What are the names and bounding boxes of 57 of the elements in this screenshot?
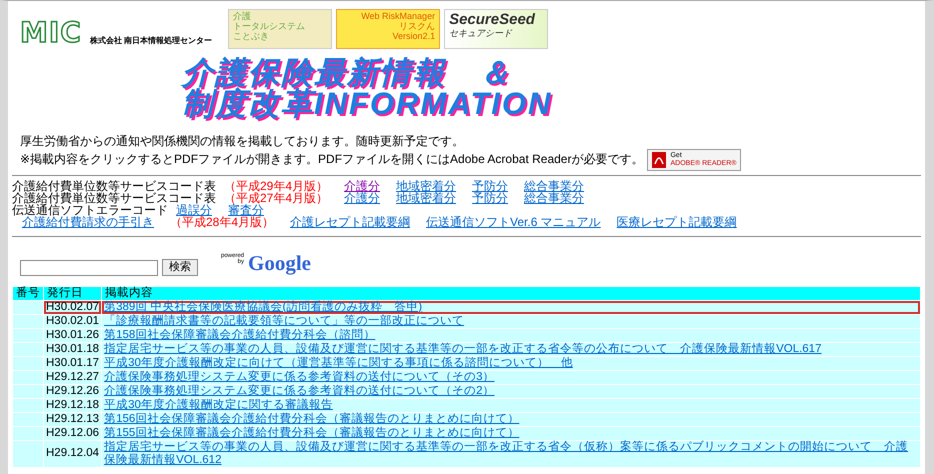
date-cell: H29.12.18: [44, 398, 102, 412]
date-cell: H29.12.26: [44, 384, 102, 398]
document-link[interactable]: 平成30年度介護報酬改定に向けて（運営基準等に関する事項に係る諮問について） 他: [104, 356, 918, 370]
edition-label: （平成27年4月版）: [224, 192, 328, 204]
document-link[interactable]: 介護給付費請求の手引き: [22, 216, 154, 228]
date-cell: H30.02.07: [44, 300, 102, 314]
document-link[interactable]: 平成30年度介護報酬改定に関する審議報告: [104, 398, 918, 412]
company-logo: MIC: [20, 16, 82, 49]
search-field[interactable]: [20, 260, 158, 276]
document-link[interactable]: 介護保険事務処理システム変更に係る参考資料の送付について（その2）: [104, 384, 918, 398]
document-link[interactable]: 第158回社会保障審議会介護給付費分科会（諮問）: [104, 328, 918, 342]
document-link[interactable]: 総合事業分: [524, 180, 584, 192]
date-cell: H29.12.13: [44, 412, 102, 426]
document-link[interactable]: 第389回 中央社会保険医療協議会(訪問看護のみ抜粋 答申): [104, 300, 918, 314]
document-link[interactable]: 第156回社会保障審議会介護給付費分科会（審議報告のとりまとめに向けて）: [104, 412, 918, 426]
document-link[interactable]: 介護保険事務処理システム変更に係る参考資料の送付について（その3）: [104, 370, 918, 384]
document-link[interactable]: 審査分: [228, 204, 264, 216]
document-link[interactable]: 指定居宅サービス等の事業の人員、設備及び運営に関する基準等の一部を改正する省令（仮称）案等に係るパブリックコメントの開始について 介護保険最新情報VOL.612: [104, 440, 918, 467]
date-cell: H29.12.27: [44, 370, 102, 384]
document-link[interactable]: 地域密着分: [396, 192, 456, 204]
document-link[interactable]: 介護分: [344, 180, 380, 192]
notice-text: ※掲載内容をクリックするとPDFファイルが開きます。PDFファイルを開くにはAdobe Acrobat Readerが必要です。: [20, 152, 644, 167]
edition-label: （平成29年4月版）: [224, 180, 328, 192]
date-cell: H30.01.26: [44, 328, 102, 342]
document-link[interactable]: 総合事業分: [524, 192, 584, 204]
pdf-icon: [652, 152, 666, 168]
document-link[interactable]: 伝送通信ソフトVer.6 マニュアル: [426, 216, 601, 228]
page-title: 介護保険最新情報 ＆: [182, 57, 512, 88]
document-link[interactable]: 過誤分: [176, 204, 212, 216]
document-link[interactable]: 「診療報酬請求書等の記載要領等について」等の一部改正について: [104, 314, 918, 328]
search-button[interactable]: 検索: [162, 258, 198, 276]
date-cell: H30.01.18: [44, 342, 102, 356]
date-cell: H29.12.06: [44, 426, 102, 440]
document-link[interactable]: 医療レセプト記載要綱: [616, 216, 737, 228]
document-link[interactable]: 地域密着分: [396, 180, 456, 192]
notice-text: 厚生労働省からの通知や関係機関の情報を掲載しております。随時更新予定です。: [20, 135, 465, 149]
document-link[interactable]: 予防分: [472, 192, 508, 204]
code-table-label: 介護給付費単位数等サービスコード表: [12, 192, 216, 204]
date-cell: H30.01.17: [44, 356, 102, 370]
product-banner[interactable]: Web RiskManager リスクん Version2.1: [336, 9, 440, 49]
google-logo: Google: [248, 252, 311, 274]
column-header: 発行日: [44, 286, 102, 300]
product-banner[interactable]: SecureSeed セキュアシード: [444, 9, 548, 49]
date-cell: H29.12.04: [44, 440, 102, 467]
page-title: 制度改革INFORMATION: [182, 88, 552, 119]
document-link[interactable]: 指定居宅サービス等の事業の人員、設備及び運営に関する基準等の一部を改正する省令等の公布について 介護保険最新情報VOL.617: [104, 342, 918, 356]
column-header: 掲載内容: [102, 286, 920, 300]
document-link[interactable]: 予防分: [472, 180, 508, 192]
column-header: 番号: [13, 286, 43, 300]
date-cell: H30.02.01: [44, 314, 102, 328]
document-link[interactable]: 介護分: [344, 192, 380, 204]
document-link[interactable]: 第155回社会保障審議会介護給付費分科会（審議報告のとりまとめに向けて）: [104, 426, 918, 440]
code-table-label: 伝送通信ソフトエラーコード: [12, 204, 168, 216]
code-table-label: 介護給付費単位数等サービスコード表: [12, 180, 216, 192]
company-name: 株式会社 南日本情報処理センター: [90, 36, 212, 47]
document-link[interactable]: 介護レセプト記載要綱: [290, 216, 410, 228]
edition-label: （平成28年4月版）: [170, 216, 274, 228]
